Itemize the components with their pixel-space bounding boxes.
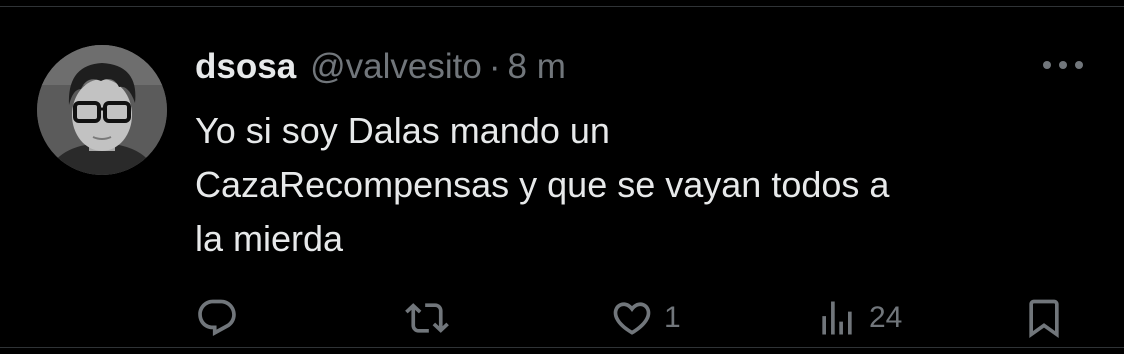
avatar[interactable] <box>37 45 167 175</box>
views-icon <box>822 301 852 335</box>
tweet-text-line: CazaRecompensas y que se vayan todos a <box>195 164 890 205</box>
bookmark-button[interactable] <box>1022 290 1066 346</box>
tweet-text-line: Yo si soy Dalas mando un <box>195 110 610 151</box>
separator-dot: · <box>488 47 501 86</box>
user-handle[interactable]: @valvesito <box>310 47 482 87</box>
bookmark-icon <box>1029 299 1059 339</box>
tweet-text-line: la mierda <box>195 218 344 259</box>
views-button[interactable]: 24 <box>815 290 902 346</box>
tweet-header: dsosa @valvesito · 8 m <box>195 44 566 90</box>
like-count: 1 <box>664 301 681 334</box>
reply-icon <box>198 299 236 337</box>
display-name[interactable]: dsosa <box>195 47 296 87</box>
timestamp[interactable]: 8 m <box>508 47 566 87</box>
tweet-card[interactable]: dsosa @valvesito · 8 m Yo si soy Dalas m… <box>0 0 1124 354</box>
avatar-image <box>37 45 167 175</box>
tweet-text: Yo si soy Dalas mando un CazaRecompensas… <box>195 104 1075 266</box>
retweet-icon <box>405 303 449 333</box>
divider-top <box>0 6 1124 7</box>
reply-button[interactable] <box>195 290 239 346</box>
retweet-button[interactable] <box>405 290 449 346</box>
like-button[interactable]: 1 <box>610 290 681 346</box>
more-icon[interactable] <box>1038 52 1088 78</box>
views-count: 24 <box>869 301 903 334</box>
action-bar: 1 24 <box>0 290 1124 346</box>
heart-icon <box>613 302 651 335</box>
divider-bottom <box>0 347 1124 348</box>
